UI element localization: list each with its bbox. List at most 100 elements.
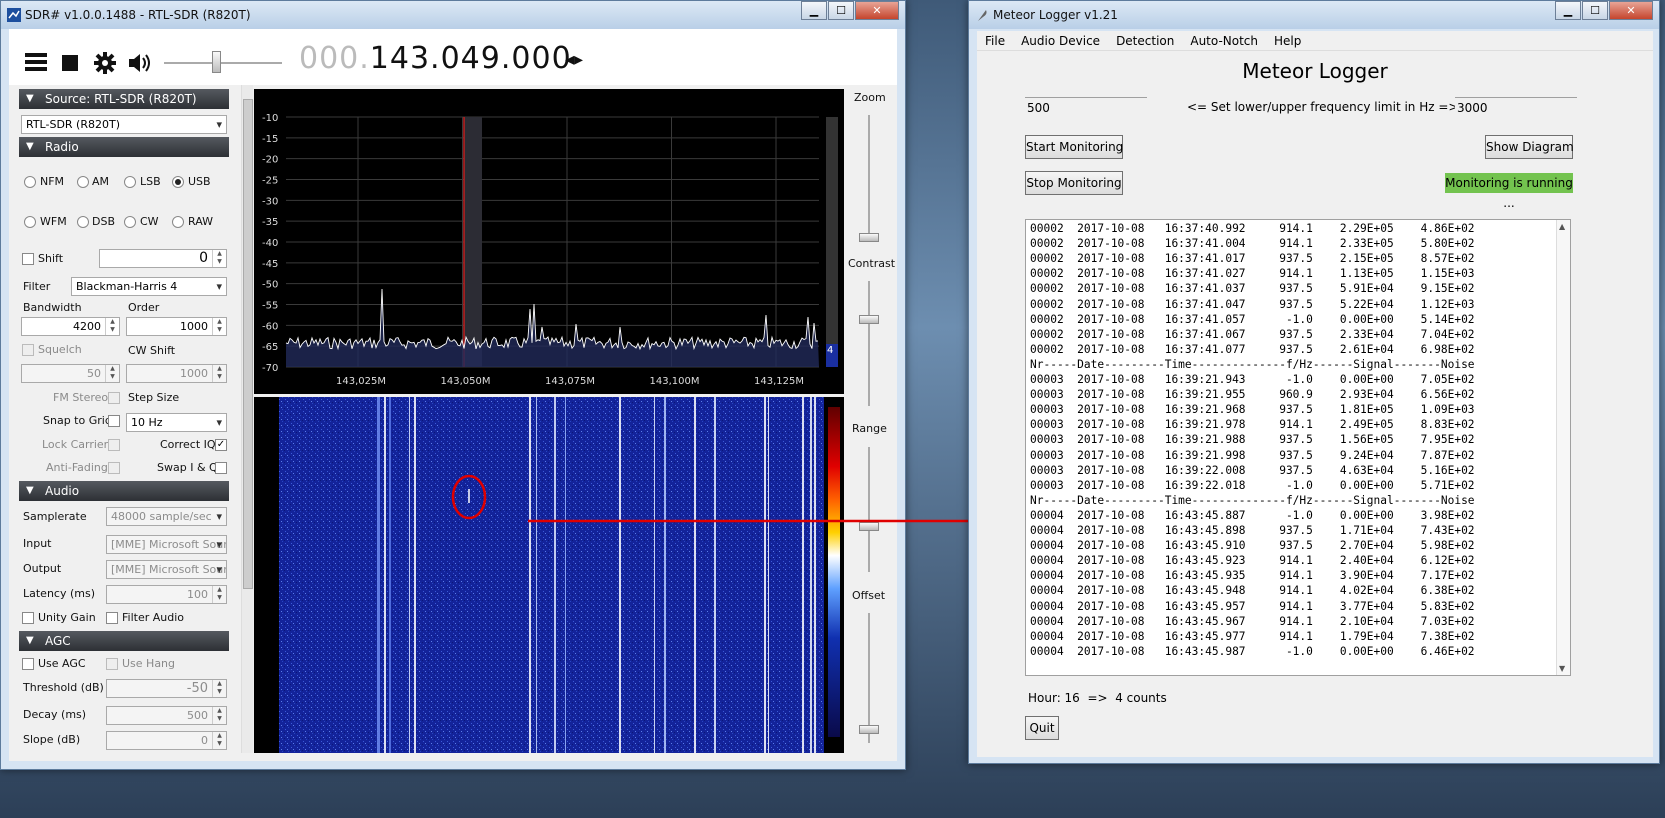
logger-title-bar[interactable]: Meteor Logger v1.21 ▁ ☐ ✕ <box>969 1 1659 29</box>
zoom-slider-track[interactable] <box>868 115 870 240</box>
threshold-input[interactable]: -50 ▲ ▼ <box>106 679 227 698</box>
stop-monitoring-button[interactable]: Stop Monitoring <box>1025 171 1123 195</box>
threshold-value: -50 <box>186 681 208 696</box>
order-value: 1000 <box>180 320 208 333</box>
squelch-spinner[interactable]: ▲ ▼ <box>105 365 119 382</box>
fmstereo-checkbox[interactable] <box>108 392 120 404</box>
mode-cw-radio[interactable] <box>124 216 136 228</box>
cwshift-input[interactable]: 1000 ▲ ▼ <box>126 364 227 383</box>
filteraudio-checkbox[interactable] <box>106 612 118 624</box>
log-line: 00002 2017-10-08 16:37:41.004 914.1 2.33… <box>1030 237 1475 251</box>
squelch-checkbox[interactable] <box>22 344 34 356</box>
waterfall-display[interactable] <box>254 397 844 753</box>
logger-maximize-button[interactable]: ☐ <box>1582 1 1608 20</box>
stop-icon[interactable] <box>62 55 78 71</box>
waterfall-color-scale <box>828 407 840 737</box>
shift-spinner[interactable]: ▲ ▼ <box>212 250 226 267</box>
lockcarrier-checkbox[interactable] <box>108 439 120 451</box>
menu-detection[interactable]: Detection <box>1108 31 1182 48</box>
stepsize-select[interactable]: 10 Hz <box>126 413 227 432</box>
useagc-checkbox[interactable] <box>22 658 34 670</box>
log-scroll-down-icon[interactable]: ▼ <box>1559 664 1565 673</box>
mode-raw-radio[interactable] <box>172 216 184 228</box>
slope-value: 0 <box>201 734 208 747</box>
agc-section-header[interactable]: AGC <box>19 631 229 651</box>
upper-limit-input[interactable]: 3000 <box>1455 97 1577 117</box>
lower-limit-input[interactable]: 500 <box>1025 97 1147 117</box>
log-line: 00003 2017-10-08 16:39:21.955 960.9 2.93… <box>1030 388 1475 402</box>
samplerate-select[interactable]: 48000 sample/sec <box>106 507 227 526</box>
latency-spinner[interactable]: ▲ ▼ <box>212 586 226 603</box>
gear-icon[interactable] <box>93 51 117 75</box>
spectrum-analyzer[interactable]: -10 -15 -20 -25 -30 -35 -40 -45 -50 -55 -60 -65 -70 … <box>254 89 844 394</box>
volume-slider-thumb[interactable] <box>212 51 221 73</box>
unitygain-checkbox[interactable] <box>22 612 34 624</box>
zoom-slider-thumb[interactable] <box>859 233 879 242</box>
bandwidth-input[interactable]: 4200 ▲ ▼ <box>21 317 120 336</box>
frequency-display[interactable]: 000.143.049.000 <box>299 41 572 76</box>
left-panel-scrollbar[interactable] <box>241 85 253 753</box>
shift-input[interactable]: 0 ▲ ▼ <box>99 249 227 268</box>
antifading-checkbox[interactable] <box>108 462 120 474</box>
menu-auto-notch[interactable]: Auto-Notch <box>1182 31 1266 48</box>
left-panel-scrollbar-thumb[interactable] <box>243 99 253 589</box>
latency-input[interactable]: 100 ▲ ▼ <box>106 585 227 604</box>
audio-section-header[interactable]: Audio <box>19 481 229 501</box>
decay-spinner[interactable]: ▲ ▼ <box>212 707 226 724</box>
range-slider-track[interactable] <box>868 447 870 572</box>
start-monitoring-button[interactable]: Start Monitoring <box>1025 135 1123 159</box>
minimize-button[interactable]: ▁ <box>801 1 827 20</box>
menu-help[interactable]: Help <box>1266 31 1309 48</box>
radio-section-header[interactable]: Radio <box>19 137 229 157</box>
menu-audio-device[interactable]: Audio Device <box>1013 31 1108 48</box>
swapiq-checkbox[interactable] <box>215 462 227 474</box>
threshold-spinner[interactable]: ▲ ▼ <box>212 680 226 697</box>
log-line: 00004 2017-10-08 16:43:45.910 937.5 2.70… <box>1030 539 1475 553</box>
mode-nfm-radio[interactable] <box>24 176 36 188</box>
mode-wfm-radio[interactable] <box>24 216 36 228</box>
bandwidth-spinner[interactable]: ▲ ▼ <box>105 318 119 335</box>
spectrum-y-tick: -70 <box>262 363 278 374</box>
snap-checkbox[interactable] <box>108 415 120 427</box>
volume-slider[interactable] <box>164 51 282 73</box>
range-slider-thumb[interactable] <box>859 522 879 531</box>
frequency-step-arrows[interactable]: ◂▸ <box>565 49 583 70</box>
logger-minimize-button[interactable]: ▁ <box>1555 1 1581 20</box>
sdr-title-bar[interactable]: SDR# v1.0.0.1488 - RTL-SDR (R820T) ▁ ☐ ✕ <box>1 1 905 29</box>
contrast-slider-track[interactable] <box>868 281 870 406</box>
source-section-header[interactable]: Source: RTL-SDR (R820T) <box>19 89 229 109</box>
cwshift-spinner[interactable]: ▲ ▼ <box>212 365 226 382</box>
filter-passband[interactable] <box>464 117 482 367</box>
log-scroll-up-icon[interactable]: ▲ <box>1559 222 1565 231</box>
close-button[interactable]: ✕ <box>855 1 899 20</box>
mode-am-radio[interactable] <box>77 176 89 188</box>
log-scrollbar[interactable]: ▲ ▼ <box>1556 220 1570 675</box>
input-device-select[interactable]: [MME] Microsoft Soun <box>106 535 227 554</box>
mode-usb-radio[interactable] <box>172 176 184 188</box>
offset-slider-track[interactable] <box>868 613 870 743</box>
hamburger-icon[interactable] <box>25 53 47 71</box>
correctiq-checkbox[interactable]: ✓ <box>215 439 227 451</box>
mode-lsb-radio[interactable] <box>124 176 136 188</box>
meteor-log-textbox[interactable]: 00002 2017-10-08 16:37:40.992 914.1 2.29… <box>1025 219 1571 676</box>
mode-dsb-radio[interactable] <box>77 216 89 228</box>
menu-file[interactable]: File <box>977 31 1013 48</box>
order-input[interactable]: 1000 ▲ ▼ <box>126 317 227 336</box>
quit-button[interactable]: Quit <box>1025 716 1059 740</box>
slope-spinner[interactable]: ▲ ▼ <box>212 732 226 749</box>
logger-close-button[interactable]: ✕ <box>1609 1 1653 20</box>
slope-input[interactable]: 0 ▲ ▼ <box>106 731 227 750</box>
decay-input[interactable]: 500 ▲ ▼ <box>106 706 227 725</box>
usehang-checkbox[interactable] <box>106 658 118 670</box>
filter-select[interactable]: Blackman-Harris 4 <box>71 277 227 296</box>
output-device-select[interactable]: [MME] Microsoft Soun <box>106 560 227 579</box>
contrast-slider-thumb[interactable] <box>859 315 879 324</box>
order-spinner[interactable]: ▲ ▼ <box>212 318 226 335</box>
offset-slider-thumb[interactable] <box>859 725 879 734</box>
maximize-button[interactable]: ☐ <box>828 1 854 20</box>
source-device-select[interactable]: RTL-SDR (R820T) <box>21 115 227 134</box>
speaker-icon[interactable] <box>127 52 153 74</box>
show-diagram-button[interactable]: Show Diagram <box>1485 135 1574 159</box>
shift-checkbox[interactable] <box>22 253 34 265</box>
squelch-input[interactable]: 50 ▲ ▼ <box>21 364 120 383</box>
